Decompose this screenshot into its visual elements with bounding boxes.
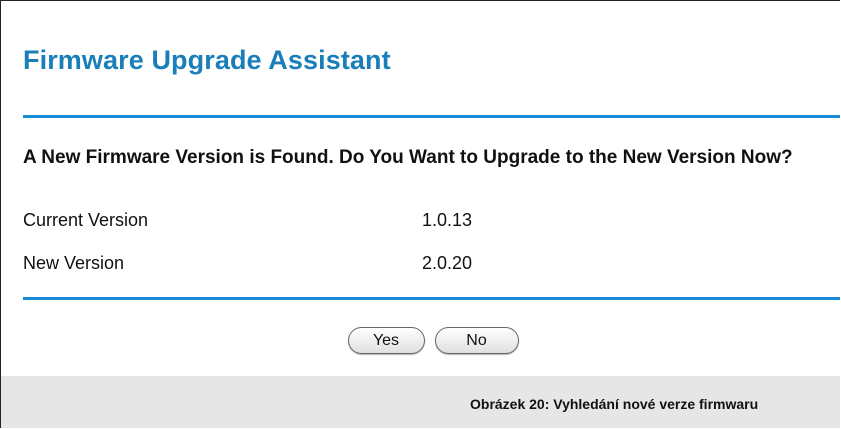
new-version-label: New Version: [23, 253, 125, 273]
firmware-upgrade-panel: Firmware Upgrade Assistant A New Firmwar…: [0, 0, 840, 428]
button-group: Yes No: [1, 327, 840, 354]
current-version-label: Current Version: [23, 210, 149, 230]
yes-button[interactable]: Yes: [347, 327, 425, 354]
top-divider: [23, 115, 840, 118]
page-title: Firmware Upgrade Assistant: [23, 45, 391, 75]
figure-caption: Obrázek 20: Vyhledání nové verze firmwar…: [470, 396, 759, 412]
no-button[interactable]: No: [434, 327, 519, 354]
current-version-value: 1.0.13: [422, 210, 473, 230]
new-version-value: 2.0.20: [422, 253, 473, 273]
upgrade-question: A New Firmware Version is Found. Do You …: [23, 147, 793, 168]
caption-bar: Obrázek 20: Vyhledání nové verze firmwar…: [1, 376, 840, 428]
bottom-divider: [23, 297, 840, 300]
